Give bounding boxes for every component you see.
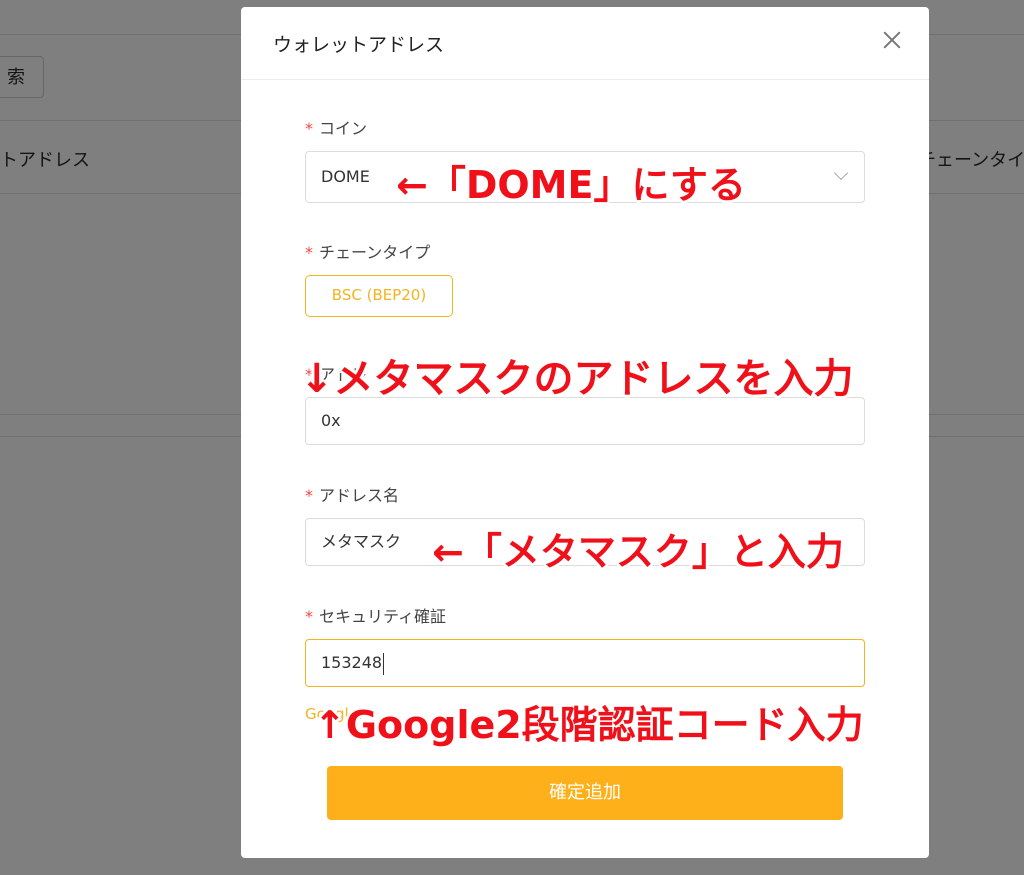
security-label: * セキュリティ確証 [305, 603, 446, 627]
column-header-address: トアドレス [0, 150, 90, 171]
security-code-input[interactable]: 153248 [305, 639, 865, 687]
address-name-label-text: アドレス名 [319, 486, 400, 505]
confirm-add-button[interactable]: 確定追加 [327, 766, 843, 820]
annotation-address-name: ←「メタマスク」と入力 [432, 530, 844, 574]
address-name-input-value: メタマスク [321, 532, 402, 551]
coin-select-value: DOME [321, 167, 370, 186]
address-input-value: 0x [321, 411, 341, 430]
chain-option-bsc[interactable]: BSC (BEP20) [305, 275, 453, 317]
coin-label-text: コイン [319, 119, 368, 138]
coin-label: * コイン [305, 115, 367, 139]
annotation-address: ↓メタマスクのアドレスを入力 [300, 356, 854, 402]
address-name-label: * アドレス名 [305, 482, 399, 506]
security-code-value: 153248 [321, 653, 383, 672]
address-input[interactable]: 0x [305, 397, 865, 445]
close-icon[interactable] [881, 29, 903, 51]
required-mark: * [305, 119, 313, 138]
required-mark: * [305, 486, 313, 505]
security-label-text: セキュリティ確証 [319, 607, 447, 626]
annotation-security: ↑Google2段階認証コード入力 [314, 703, 864, 747]
dialog-title: ウォレットアドレス [273, 34, 445, 56]
required-mark: * [305, 243, 313, 262]
chevron-down-icon [833, 165, 849, 181]
chain-type-label: * チェーンタイプ [305, 239, 430, 263]
column-header-chain-type: チェーンタイ [918, 150, 1024, 171]
annotation-coin: ←「DOME」にする [396, 163, 746, 207]
required-mark: * [305, 607, 313, 626]
search-button[interactable]: 索 [0, 56, 44, 98]
dialog-header: ウォレットアドレス [241, 7, 929, 80]
text-cursor [383, 652, 385, 675]
chain-type-label-text: チェーンタイプ [319, 243, 431, 262]
